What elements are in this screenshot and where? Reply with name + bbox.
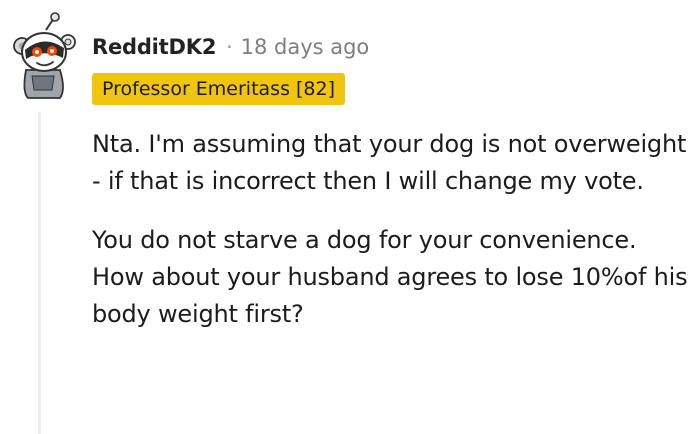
comment-paragraph: You do not starve a dog for your conveni… [92,226,688,328]
snoo-avatar-icon [13,12,76,99]
comment-body: Nta. I'm assuming that your dog is not o… [92,126,692,355]
comment-header: RedditDK2 · 18 days ago [92,30,369,64]
user-avatar[interactable] [8,12,78,100]
user-flair: Professor Emeritass [82] [92,73,346,105]
username-link[interactable]: RedditDK2 [92,35,216,59]
thread-collapse-line[interactable] [38,112,41,434]
meta-separator: · [226,35,233,59]
comment: RedditDK2 · 18 days ago Professor Emerit… [0,0,700,434]
comment-timestamp[interactable]: 18 days ago [241,35,370,59]
comment-paragraph: Nta. I'm assuming that your dog is not o… [92,130,687,195]
